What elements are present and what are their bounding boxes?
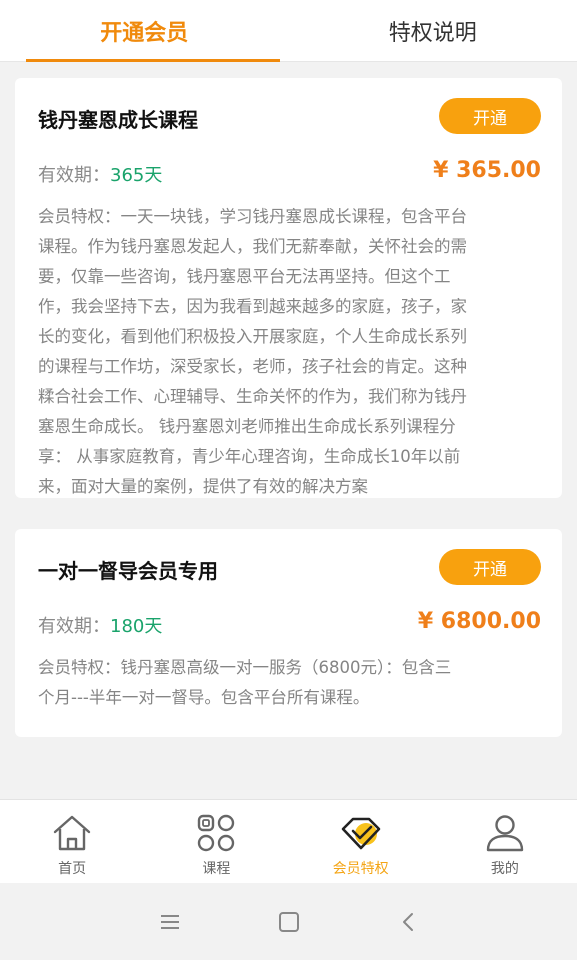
nav-item-mine[interactable]: 我的: [433, 800, 577, 883]
description-line: 享： 从事家庭教育，青少年心理咨询，生命成长10年以前: [38, 447, 461, 466]
validity-days: 365天: [110, 165, 163, 186]
open-button[interactable]: 开通: [439, 549, 541, 585]
system-home-button[interactable]: [269, 902, 309, 942]
user-icon: [486, 815, 524, 852]
validity-row: 有效期：180天: [38, 612, 162, 638]
plan-description: 会员特权：一天一块钱，学习钱丹塞恩成长课程，包含平台 课程。作为钱丹塞恩发起人，…: [38, 202, 543, 502]
system-nav-bar: [0, 884, 577, 960]
description-line: 的课程与工作坊，深受家长，老师，孩子社会的肯定。这种: [38, 357, 467, 376]
home-icon: [53, 815, 91, 851]
description-line: 长的变化，看到他们积极投入开展家庭，个人生命成长系列: [38, 327, 467, 346]
description-line: 个月---半年一对一督导。包含平台所有课程。: [38, 688, 370, 707]
nav-label: 我的: [490, 861, 519, 877]
tab-label: 开通会员: [100, 21, 189, 46]
open-button[interactable]: 开通: [439, 98, 541, 134]
validity-label: 有效期：: [38, 165, 110, 186]
top-tabs: 开通会员 特权说明: [0, 0, 577, 62]
description-line: 作，我会坚持下去，因为我看到越来越多的家庭，孩子，家: [38, 297, 467, 316]
nav-item-vip-privileges[interactable]: 会员特权: [289, 800, 433, 883]
description-line: 课程。作为钱丹塞恩发起人，我们无薪奉献，关怀社会的需: [38, 237, 467, 256]
plan-card: 钱丹塞恩成长课程 开通 有效期：365天 ¥ 365.00 会员特权：一天一块钱…: [15, 78, 562, 498]
tab-open-membership[interactable]: 开通会员: [0, 0, 289, 62]
bottom-nav: 首页 课程 会员特权 我的: [0, 799, 577, 883]
description-line: 来，面对大量的案例，提供了有效的解决方案: [38, 477, 368, 496]
nav-label: 会员特权: [332, 861, 389, 877]
back-icon: [402, 913, 413, 931]
home-square-icon: [278, 912, 299, 932]
system-menu-button[interactable]: [150, 902, 190, 942]
plan-price: ¥ 6800.00: [417, 609, 541, 634]
validity-label: 有效期：: [38, 616, 110, 637]
plan-title: 钱丹塞恩成长课程: [38, 108, 198, 132]
description-line: 塞恩生命成长。 钱丹塞恩刘老师推出生命成长系列课程分: [38, 417, 456, 436]
grid-icon: [198, 814, 235, 852]
description-line: 要，仅靠一些咨询，钱丹塞恩平台无法再坚持。但这个工: [38, 267, 451, 286]
description-line: 糅合社会工作、心理辅导、生命关怀的作为，我们称为钱丹: [38, 387, 467, 406]
plan-card: 一对一督导会员专用 开通 有效期：180天 ¥ 6800.00 会员特权：钱丹塞…: [15, 529, 562, 737]
plan-description: 会员特权：钱丹塞恩高级一对一服务（6800元）：包含三 个月---半年一对一督导…: [38, 653, 543, 713]
nav-item-home[interactable]: 首页: [0, 800, 144, 883]
vip-diamond-icon: [341, 817, 380, 850]
nav-label: 首页: [58, 861, 87, 877]
plan-price: ¥ 365.00: [433, 158, 541, 183]
validity-days: 180天: [110, 616, 163, 637]
nav-label: 课程: [202, 861, 231, 877]
nav-item-courses[interactable]: 课程: [144, 800, 288, 883]
system-back-button[interactable]: [388, 902, 428, 942]
menu-icon: [160, 915, 179, 929]
validity-row: 有效期：365天: [38, 161, 162, 187]
tab-privilege-description[interactable]: 特权说明: [289, 0, 577, 62]
description-line: 会员特权：一天一块钱，学习钱丹塞恩成长课程，包含平台: [38, 207, 467, 226]
description-line: 会员特权：钱丹塞恩高级一对一服务（6800元）：包含三: [38, 658, 452, 677]
tab-label: 特权说明: [388, 21, 477, 46]
page: 开通会员 特权说明 钱丹塞恩成长课程 开通 有效期：365天 ¥ 365.00 …: [0, 0, 577, 960]
plan-title: 一对一督导会员专用: [38, 559, 218, 583]
